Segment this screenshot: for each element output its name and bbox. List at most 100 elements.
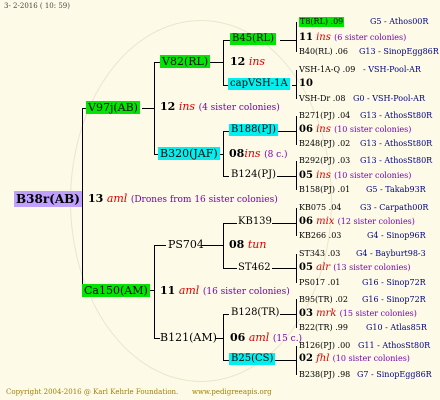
queen-b128[interactable]: B128(TR) — [231, 308, 279, 318]
ancestor-b126[interactable]: B126(PJ) .00 — [299, 342, 350, 350]
st462-drone-note: (13 sister colonies) — [333, 263, 411, 272]
ancestor-kb266-source: G4 - Sinop96R — [367, 231, 426, 240]
queen-b25[interactable]: B25(CS) — [229, 353, 276, 365]
ancestor-vsh-queen-source: - VSH-Pool-AR — [363, 65, 421, 74]
st462-drone-race: alr — [316, 262, 331, 273]
ancestor-b95-source: G16 - Sinop72R — [362, 295, 426, 304]
b45-drone-note: (6 sister colonies) — [334, 33, 407, 42]
ancestor-b95[interactable]: B95(TR) .02 — [299, 296, 348, 304]
root-drone-race: aml — [106, 192, 128, 205]
b128-drone-info: 03 mrk (15 sister colonies) — [299, 309, 417, 319]
ca150-drone-info: 11 aml (16 sister colonies) — [160, 285, 290, 297]
ancestor-kb075-source: G3 - Carpath00R — [360, 203, 429, 212]
queen-st462[interactable]: ST462 — [238, 263, 271, 273]
queen-ca150[interactable]: Ca150(AM) — [82, 284, 150, 297]
kb139-drone-info: 06 mix (12 sister colonies) — [299, 217, 415, 227]
b121-drone-number: 06 — [230, 331, 246, 344]
ancestor-b126-source: G11 - AthosSt80R — [358, 341, 431, 350]
ca150-drone-race: aml — [178, 284, 200, 297]
queen-v82[interactable]: V82(RL) — [160, 55, 211, 68]
root-drone-note: (Drones from 16 sister colonies) — [130, 195, 278, 205]
b124-drone-note: (10 sister colonies) — [334, 171, 412, 180]
b25-drone-info: 02 fhl (10 sister colonies) — [299, 354, 410, 364]
ancestor-vsh-queen[interactable]: VSH-1A-Q .09 — [299, 66, 355, 74]
ancestor-b40-source: G13 - SinopEgg86R — [359, 47, 439, 56]
ancestor-b292[interactable]: B292(PJ) .03 — [299, 157, 350, 165]
b320-drone-note: (8 c.) — [264, 150, 288, 160]
b45-drone-race: ins — [316, 32, 331, 43]
b124-drone-info: 05 ins (10 sister colonies) — [299, 171, 411, 181]
queen-capvsh[interactable]: capVSH-1A — [228, 78, 290, 90]
ca150-drone-note: (16 sister colonies) — [202, 287, 290, 297]
st462-drone-number: 05 — [299, 262, 313, 273]
queen-b121[interactable]: B121(AM) — [160, 332, 217, 343]
v97j-drone-note: (4 sister colonies) — [198, 103, 280, 113]
ancestor-b292-source: G13 - AthosSt80R — [360, 156, 433, 165]
queen-kb139[interactable]: KB139 — [238, 217, 272, 227]
v82-drone-race: ins — [248, 55, 266, 68]
b121-drone-info: 06 aml (15 c.) — [230, 332, 302, 344]
b25-drone-number: 02 — [299, 353, 313, 364]
b128-drone-number: 03 — [299, 308, 313, 319]
ancestor-ps017[interactable]: PS017 .01 — [299, 279, 340, 287]
v97j-drone-race: ins — [178, 100, 196, 113]
v82-drone-info: 12 ins — [230, 56, 265, 67]
ancestor-b248-source: G13 - AthosSt80R — [360, 139, 433, 148]
b320-drone-info: 08ins (8 c.) — [229, 148, 288, 160]
b320-drone-race: ins — [244, 147, 261, 160]
b124-drone-race: ins — [316, 170, 331, 181]
ancestor-b158-source: G5 - Takab93R — [366, 185, 426, 194]
b45-drone-number: 11 — [299, 32, 313, 43]
root-drone-info: 13 aml (Drones from 16 sister colonies) — [88, 193, 278, 205]
queen-b320[interactable]: B320(JAF) — [158, 147, 220, 160]
ancestor-t8-source: G5 - Athos00R — [370, 17, 429, 26]
b121-drone-race: aml — [248, 331, 270, 344]
date-stamp: 3- 2-2016 ( 10: 59) — [4, 2, 70, 10]
ancestor-b158[interactable]: B158(PJ) .01 — [299, 186, 350, 194]
ancestor-b40[interactable]: B40(RL) .06 — [299, 48, 348, 56]
queen-b124[interactable]: B124(PJ) — [231, 170, 276, 180]
b128-drone-note: (15 sister colonies) — [339, 309, 417, 318]
ancestor-st343-source: G4 - Bayburt98-3 — [356, 249, 426, 258]
ancestor-vsh-drones[interactable]: VSH-Dr .08 — [299, 95, 345, 103]
ancestor-t8[interactable]: T8(RL) .09 — [299, 17, 345, 27]
b128-drone-race: mrk — [316, 308, 337, 319]
b25-drone-race: fhl — [316, 353, 330, 364]
queen-b188[interactable]: B188(PJ) — [229, 124, 278, 136]
queen-ps704[interactable]: PS704 — [168, 239, 204, 250]
b25-drone-note: (10 sister colonies) — [332, 354, 410, 363]
ancestor-kb075[interactable]: KB075 .04 — [299, 204, 341, 212]
ancestor-b271-source: G13 - AthosSt80R — [360, 111, 433, 120]
b188-drone-info: 06 ins (10 sister colonies) — [299, 125, 411, 135]
site-url[interactable]: www.pedigreeapis.org — [192, 389, 272, 396]
ancestor-b271[interactable]: B271(PJ) .04 — [299, 112, 350, 120]
kb139-drone-note: (12 sister colonies) — [337, 217, 415, 226]
b320-drone-number: 08 — [229, 147, 245, 160]
v97j-drone-number: 12 — [160, 100, 176, 113]
b188-drone-note: (10 sister colonies) — [334, 125, 412, 134]
ancestor-st343[interactable]: ST343 .03 — [299, 250, 340, 258]
b188-drone-race: ins — [316, 124, 331, 135]
ancestor-kb266[interactable]: KB266 .03 — [299, 232, 341, 240]
ps704-drone-race: tun — [247, 238, 267, 251]
ps704-drone-number: 08 — [229, 238, 245, 251]
ancestor-ps017-source: G16 - Sinop72R — [362, 278, 426, 287]
queen-v97j[interactable]: V97j(AB) — [86, 101, 140, 114]
b124-drone-number: 05 — [299, 170, 313, 181]
copyright-text: Copyright 2004-2016 @ Karl Kehrle Founda… — [6, 388, 179, 396]
ancestor-b248[interactable]: B248(PJ) .02 — [299, 140, 350, 148]
ancestor-b22-source: G10 - Atlas85R — [366, 323, 427, 332]
b121-drone-note: (15 c.) — [272, 334, 303, 344]
v97j-drone-info: 12 ins (4 sister colonies) — [160, 101, 280, 113]
kb139-drone-number: 06 — [299, 216, 313, 227]
b45-drone-info: 11 ins (6 sister colonies) — [299, 33, 406, 43]
ancestor-vsh-drones-source: G0 - VSH-Pool-AR — [353, 94, 425, 103]
ancestor-b238[interactable]: B238(PJ) .98 — [299, 371, 350, 379]
capvsh-drone-number: 10 — [299, 78, 313, 89]
st462-drone-info: 05 alr (13 sister colonies) — [299, 263, 411, 273]
root-queen[interactable]: B38r(AB) — [14, 191, 82, 207]
ancestor-b238-source: G7 - SinopEgg86R — [357, 370, 432, 379]
ancestor-b22[interactable]: B22(TR) .99 — [299, 324, 348, 332]
b188-drone-number: 06 — [299, 124, 313, 135]
queen-b45[interactable]: B45(RL) — [230, 33, 277, 45]
